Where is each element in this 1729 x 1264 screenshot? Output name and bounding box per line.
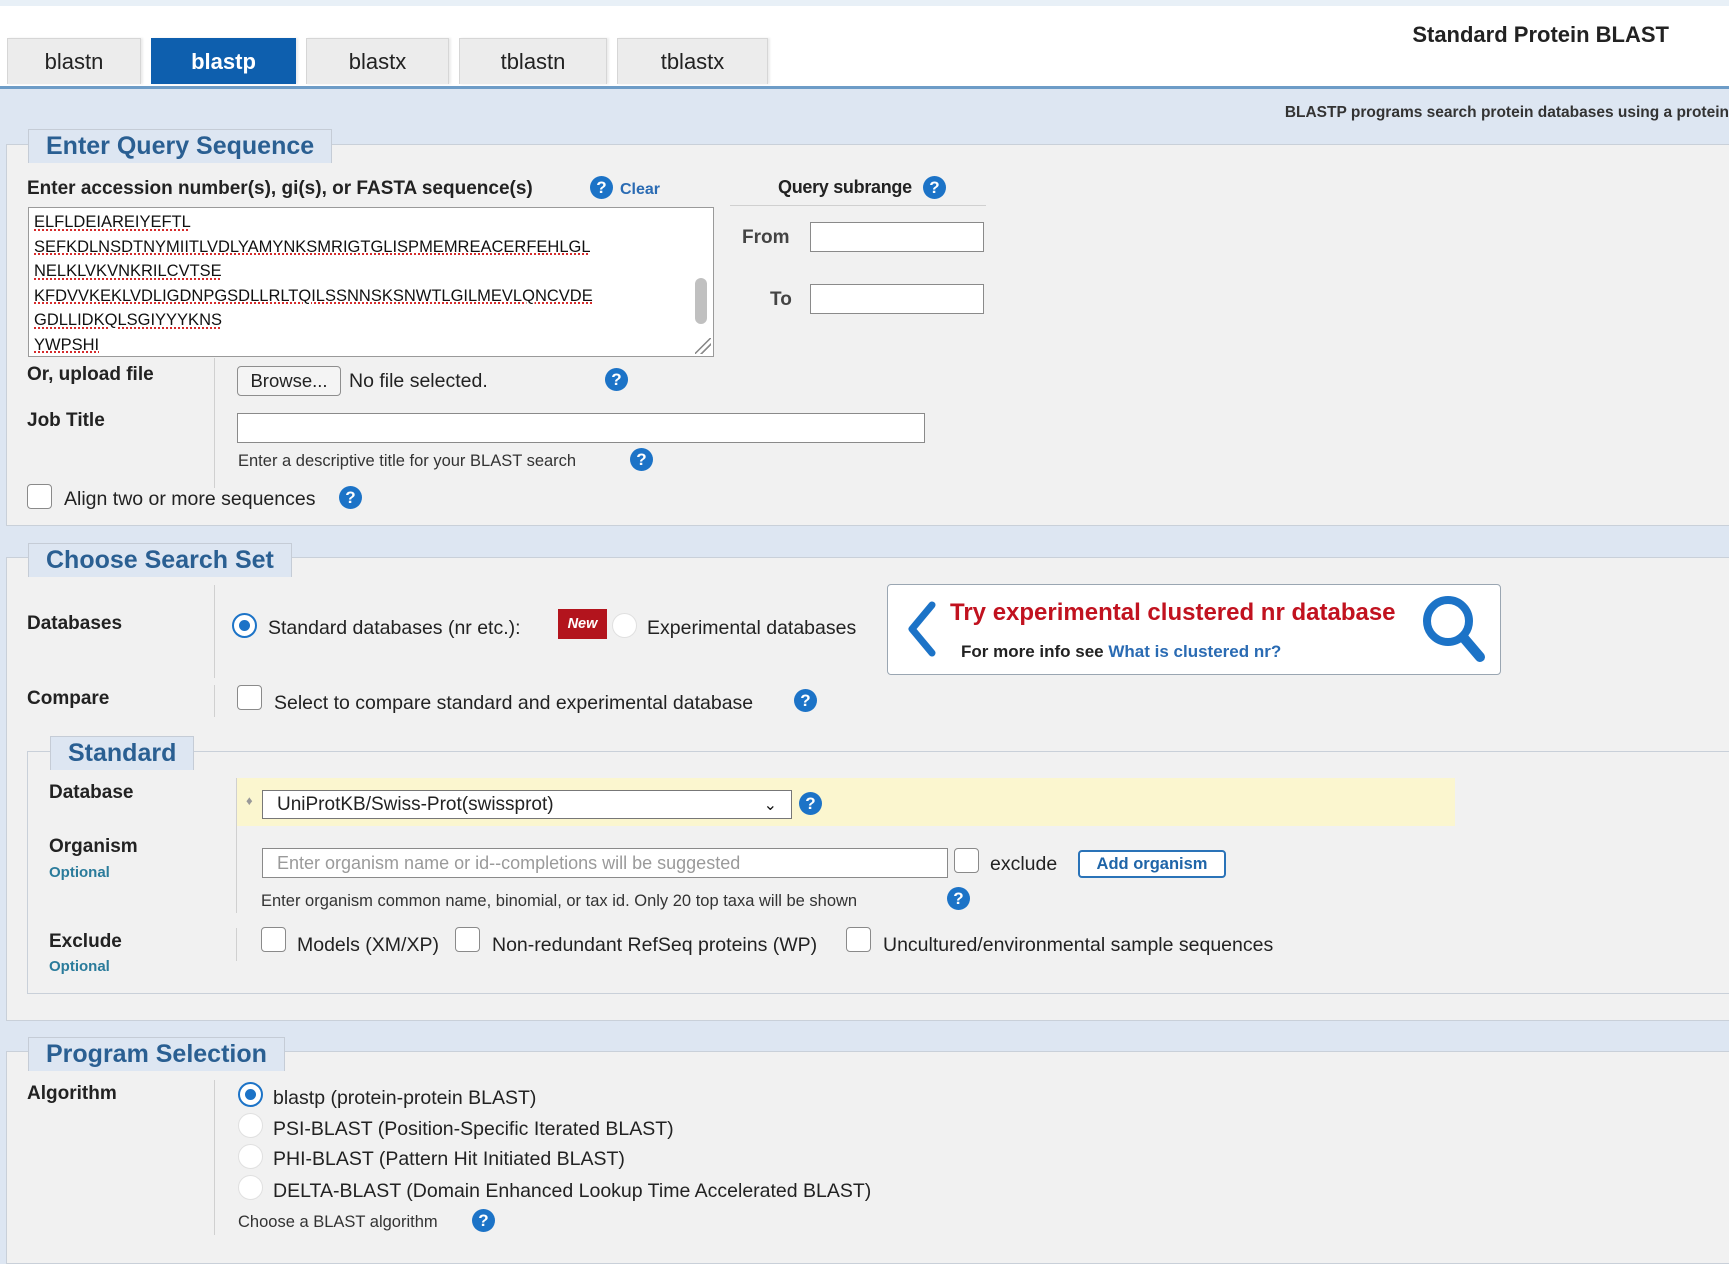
help-icon[interactable]: ? — [630, 448, 653, 471]
compare-label: Compare — [27, 688, 110, 709]
compare-checkbox[interactable] — [237, 685, 262, 710]
query-legend: Enter Query Sequence — [28, 129, 333, 163]
algorithm-label-psiblast: PSI-BLAST (Position-Specific Iterated BL… — [273, 1118, 674, 1140]
promo-subtitle: For more info see What is clustered nr? — [961, 642, 1281, 662]
algorithm-label-deltablast: DELTA-BLAST (Domain Enhanced Lookup Time… — [273, 1180, 872, 1202]
tab-tblastn[interactable]: tblastn — [459, 38, 607, 84]
what-is-clustered-nr-link[interactable]: What is clustered nr? — [1108, 642, 1281, 661]
database-label: Database — [49, 782, 134, 803]
nonredundant-refseq-checkbox[interactable] — [455, 927, 480, 952]
experimental-databases-radio[interactable] — [612, 613, 637, 638]
algorithm-label-blastp: blastp (protein-protein BLAST) — [273, 1087, 537, 1109]
align-two-sequences-checkbox[interactable] — [27, 484, 52, 509]
database-select[interactable]: UniProtKB/Swiss-Prot(swissprot) ⌄ — [262, 790, 792, 819]
algorithm-radio-deltablast[interactable] — [238, 1175, 263, 1200]
sequence-line: NELKLVKVNKRILCVTSE — [34, 262, 222, 280]
uncultured-label: Uncultured/environmental sample sequence… — [883, 934, 1274, 956]
algorithm-hint: Choose a BLAST algorithm — [238, 1213, 438, 1231]
align-two-sequences-label: Align two or more sequences — [64, 488, 316, 510]
sequence-line: SEFKDLNSDTNYMIITLVDLYAMYNKSMRIGTGLISPMEM… — [34, 237, 591, 256]
compare-checkbox-label: Select to compare standard and experimen… — [274, 692, 754, 714]
exclude-optional-label: Optional — [49, 958, 110, 975]
exclude-label: Exclude — [49, 931, 122, 952]
help-icon[interactable]: ? — [339, 486, 362, 509]
browse-button[interactable]: Browse... — [237, 366, 341, 396]
help-icon[interactable]: ? — [590, 176, 613, 199]
database-select-value: UniProtKB/Swiss-Prot(swissprot) — [277, 793, 554, 815]
organism-hint: Enter organism common name, binomial, or… — [261, 892, 858, 910]
clear-link[interactable]: Clear — [620, 181, 660, 199]
job-title-input[interactable] — [237, 413, 925, 443]
exclude-organism-checkbox[interactable] — [954, 848, 979, 873]
label-divider — [236, 928, 237, 961]
nonredundant-refseq-label: Non-redundant RefSeq proteins (WP) — [492, 934, 818, 956]
query-subrange-title: Query subrange — [778, 177, 912, 197]
sequence-line: KFDVVKEKLVDLIGDNPGSDLLRLTQILSSNNSKSNWTLG… — [34, 286, 593, 305]
chevron-down-icon: ⌄ — [763, 796, 777, 814]
upload-file-label: Or, upload file — [27, 364, 154, 385]
to-input[interactable] — [810, 284, 984, 314]
new-badge: New — [558, 609, 607, 639]
program-legend: Program Selection — [28, 1037, 285, 1071]
organism-label: Organism — [49, 836, 138, 857]
models-label: Models (XM/XP) — [297, 934, 439, 956]
promo-title: Try experimental clustered nr database — [950, 599, 1396, 626]
diamond-icon: ♦ — [246, 793, 253, 808]
exclude-organism-label: exclude — [990, 853, 1058, 875]
algorithm-radio-psiblast[interactable] — [238, 1113, 263, 1138]
label-divider — [214, 1080, 215, 1235]
uncultured-checkbox[interactable] — [846, 927, 871, 952]
standard-databases-label: Standard databases (nr etc.): — [268, 617, 521, 639]
search-icon — [1423, 596, 1485, 662]
job-title-label: Job Title — [27, 410, 105, 431]
algorithm-radio-blastp[interactable] — [238, 1082, 263, 1107]
help-icon[interactable]: ? — [799, 792, 822, 815]
page-subtitle: BLASTP programs search protein databases… — [1284, 104, 1729, 121]
databases-label: Databases — [27, 613, 123, 634]
program-panel — [6, 1051, 1729, 1264]
tab-blastx[interactable]: blastx — [306, 38, 449, 84]
search-set-legend: Choose Search Set — [28, 543, 292, 577]
from-input[interactable] — [810, 222, 984, 252]
label-divider — [214, 358, 215, 488]
help-icon[interactable]: ? — [947, 887, 970, 910]
algorithm-radio-phiblast[interactable] — [238, 1144, 263, 1169]
to-label: To — [770, 289, 792, 310]
standard-databases-radio[interactable] — [232, 613, 257, 638]
organism-optional-label: Optional — [49, 864, 110, 881]
standard-legend: Standard — [50, 736, 195, 770]
algorithm-label: Algorithm — [27, 1083, 117, 1104]
textarea-scrollbar[interactable] — [695, 278, 707, 324]
help-icon[interactable]: ? — [923, 176, 946, 199]
top-strip — [0, 0, 1729, 6]
tab-tblastx[interactable]: tblastx — [617, 38, 768, 84]
sequence-line: ELFLDEIAREIYEFTL — [34, 213, 191, 231]
algorithm-label-phiblast: PHI-BLAST (Pattern Hit Initiated BLAST) — [273, 1148, 625, 1170]
tab-blastp[interactable]: blastp — [151, 38, 296, 84]
promo-subtitle-prefix: For more info see — [961, 642, 1104, 661]
tab-blastn[interactable]: blastn — [7, 38, 141, 84]
add-organism-button[interactable]: Add organism — [1078, 850, 1226, 878]
query-input-label: Enter accession number(s), gi(s), or FAS… — [27, 178, 533, 199]
query-sequence-textarea[interactable]: ELFLDEIAREIYEFTL SEFKDLNSDTNYMIITLVDLYAM… — [28, 207, 714, 357]
help-icon[interactable]: ? — [472, 1209, 495, 1232]
sequence-line: GDLLIDKQLSGIYYYKNS — [34, 311, 222, 329]
subrange-divider — [730, 205, 986, 206]
resize-grip-icon[interactable] — [695, 338, 711, 354]
experimental-databases-label: Experimental databases — [647, 617, 857, 639]
help-icon[interactable]: ? — [794, 689, 817, 712]
models-checkbox[interactable] — [261, 927, 286, 952]
organism-input[interactable]: Enter organism name or id--completions w… — [262, 848, 948, 878]
program-tabs: blastn blastp blastx tblastn tblastx — [0, 38, 1729, 86]
chevron-left-icon — [908, 601, 936, 657]
label-divider — [214, 685, 215, 717]
help-icon[interactable]: ? — [605, 368, 628, 391]
no-file-text: No file selected. — [349, 370, 488, 392]
job-title-hint: Enter a descriptive title for your BLAST… — [238, 452, 577, 470]
sequence-line: YWPSHI — [34, 335, 100, 354]
clustered-nr-promo[interactable]: Try experimental clustered nr database F… — [887, 584, 1501, 675]
from-label: From — [742, 227, 790, 248]
label-divider — [214, 585, 215, 678]
